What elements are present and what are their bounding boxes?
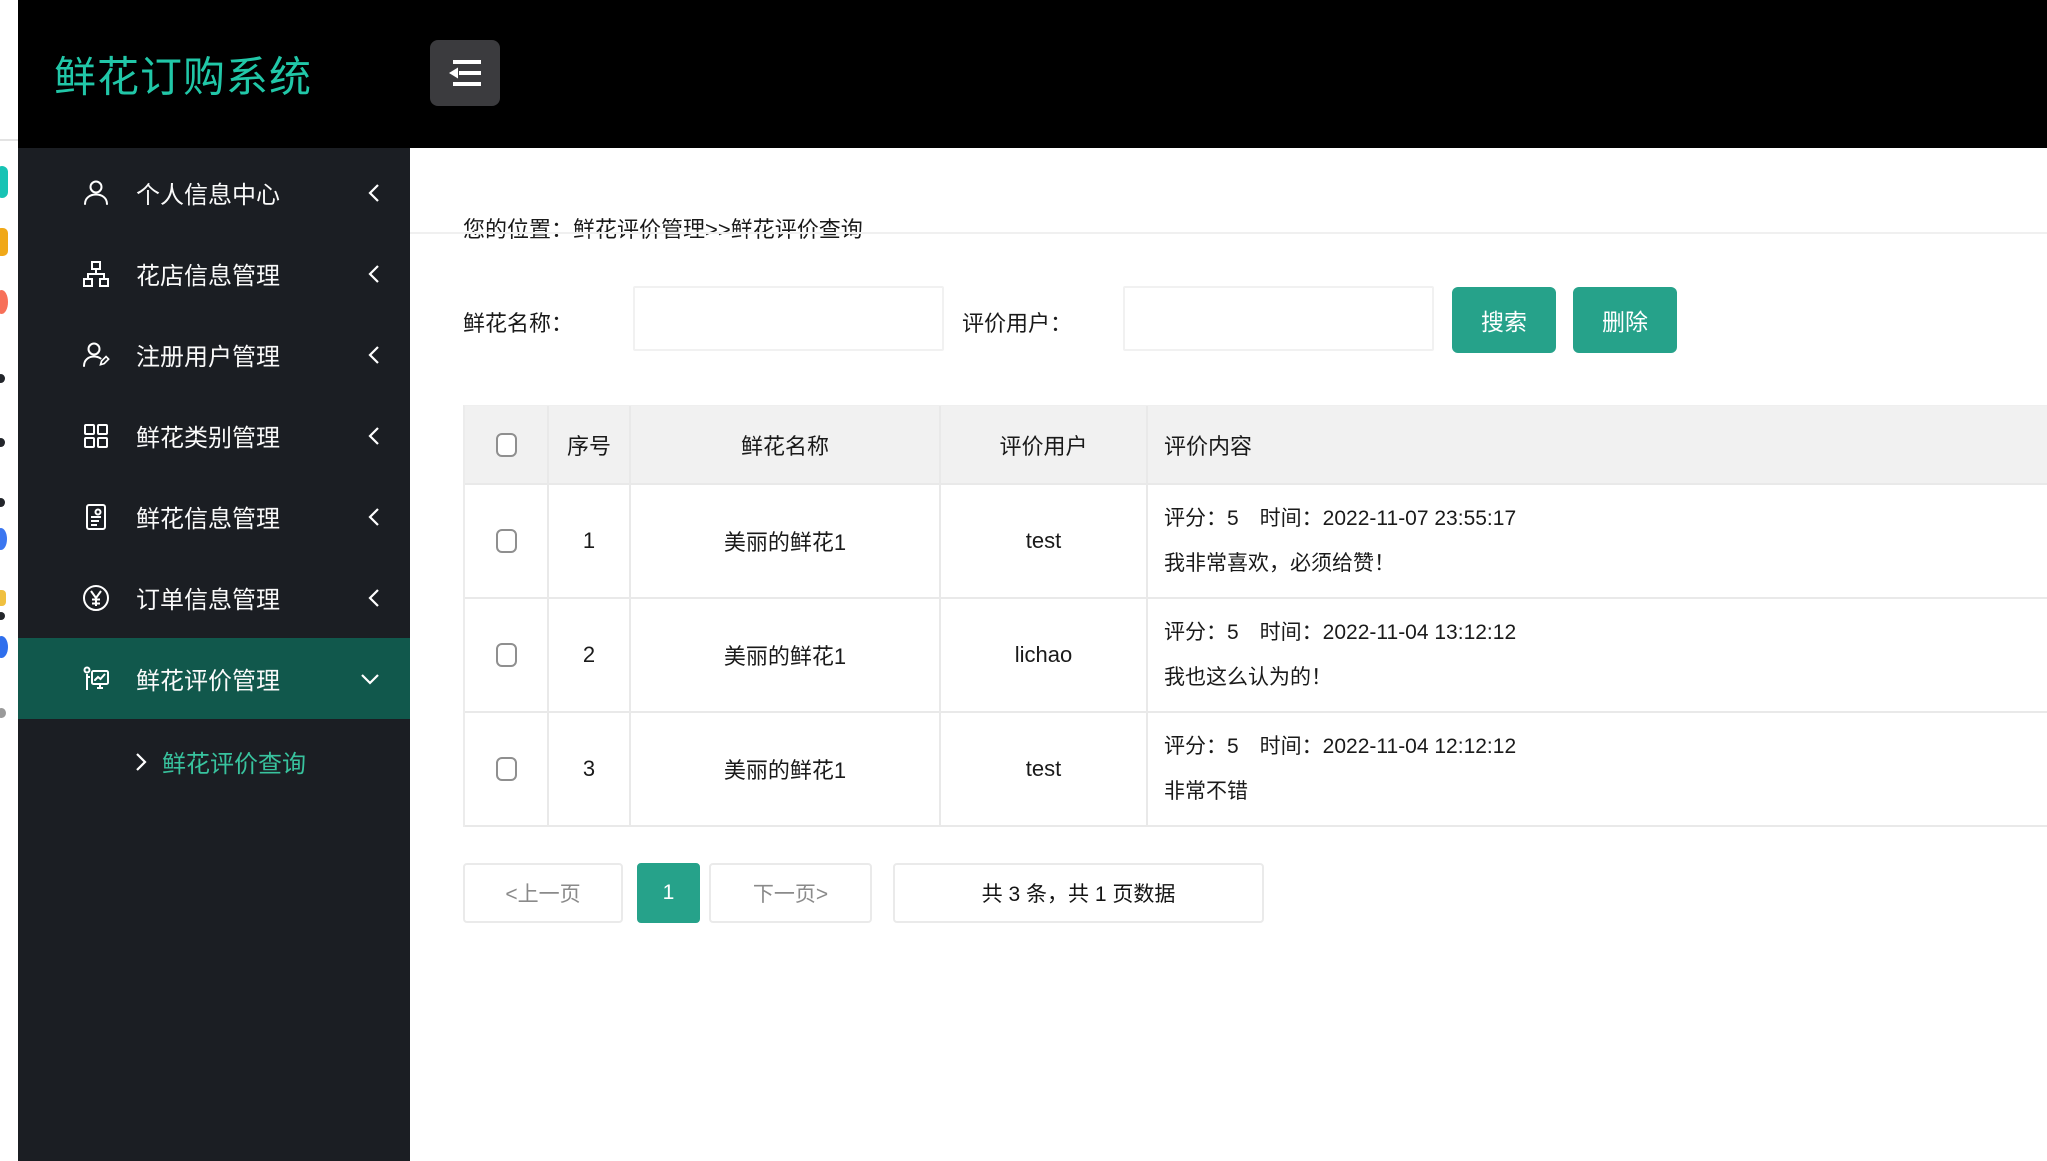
cell-review-content: 评分：5 时间：2022-11-04 12:12:12 非常不错 <box>1148 713 2047 825</box>
chevron-left-icon <box>366 343 382 367</box>
header-review-content: 评价内容 <box>1164 433 1253 459</box>
cell-review-content: 评分：5 时间：2022-11-07 23:55:17 我非常喜欢，必须给赞！ <box>1148 485 2047 597</box>
review-comment: 我非常喜欢，必须给赞！ <box>1164 552 1395 575</box>
header-review-user: 评价用户 <box>941 406 1148 483</box>
sitemap-icon <box>80 258 112 290</box>
sidebar-item-label: 鲜花信息管理 <box>136 506 280 533</box>
sidebar-item-label: 注册用户管理 <box>136 344 280 371</box>
bookmark-icon <box>0 590 6 606</box>
review-meta: 评分：5 时间：2022-11-07 23:55:17 <box>1164 507 1517 530</box>
bookmark-icon <box>0 612 5 620</box>
row-checkbox-cell <box>465 599 549 711</box>
app-header: 鲜花订购系统 <box>18 0 2047 148</box>
sidebar-item-registered-users[interactable]: 注册用户管理 <box>18 314 410 395</box>
sidebar-subitem-flower-review-query[interactable]: 鲜花评价查询 <box>18 719 410 804</box>
cell-review-user: lichao <box>941 599 1148 711</box>
cell-review-user: test <box>941 713 1148 825</box>
document-icon <box>80 501 112 533</box>
current-page-button[interactable]: 1 <box>637 863 700 923</box>
bookmark-icon <box>0 290 8 314</box>
sidebar-toggle-button[interactable] <box>430 40 500 106</box>
pagination: <上一页 1 下一页> 共 3 条，共 1 页数据 <box>463 863 1264 923</box>
header-checkbox-cell <box>465 406 549 483</box>
chevron-left-icon <box>366 505 382 529</box>
row-checkbox[interactable] <box>495 643 517 667</box>
sidebar-item-label: 花店信息管理 <box>136 263 280 290</box>
collapse-menu-icon <box>449 60 481 86</box>
bookmark-icon <box>0 708 6 718</box>
review-meta: 评分：5 时间：2022-11-04 13:12:12 <box>1164 621 1517 644</box>
review-comment: 我也这么认为的！ <box>1164 666 1332 689</box>
table-header-row: 序号 鲜花名称 评价用户 评价内容 <box>465 406 2047 485</box>
review-comment: 非常不错 <box>1164 780 1248 803</box>
review-meta: 评分：5 时间：2022-11-04 12:12:12 <box>1164 735 1517 758</box>
next-page-button[interactable]: 下一页> <box>709 863 872 923</box>
main-content: 您的位置：鲜花评价管理>>鲜花评价查询 鲜花名称： 评价用户： 搜索 删除 序号… <box>410 148 2047 1161</box>
chevron-left-icon <box>366 424 382 448</box>
bookmark-icon <box>0 228 8 256</box>
select-all-checkbox[interactable] <box>495 432 517 457</box>
sidebar-item-label: 个人信息中心 <box>136 182 280 209</box>
app-title: 鲜花订购系统 <box>54 53 313 101</box>
review-user-label: 评价用户： <box>962 311 1073 336</box>
cell-no: 2 <box>549 599 631 711</box>
flower-name-input[interactable] <box>633 286 944 351</box>
prev-page-button[interactable]: <上一页 <box>463 863 623 923</box>
sidebar: 个人信息中心 花店信息管理 注册用户管理 鲜花类别管理 鲜花信息管理 订单信息管… <box>18 148 410 1161</box>
sidebar-item-flower-review[interactable]: 鲜花评价管理 <box>18 638 410 719</box>
bookmark-icon <box>0 498 5 507</box>
sidebar-item-order-info[interactable]: 订单信息管理 <box>18 557 410 638</box>
pagination-summary: 共 3 条，共 1 页数据 <box>893 863 1264 923</box>
bookmark-icon <box>0 166 8 198</box>
user-edit-icon <box>80 339 112 371</box>
grid-icon <box>80 420 112 452</box>
page: 鲜花订购系统 个人信息中心 花店信息管理 注册用户管理 鲜花类别管理 鲜花信息管… <box>0 0 2047 1161</box>
row-checkbox[interactable] <box>495 529 517 553</box>
review-user-input[interactable] <box>1123 286 1434 351</box>
bookmark-icon <box>0 528 7 550</box>
sidebar-item-personal-info[interactable]: 个人信息中心 <box>18 152 410 233</box>
yen-circle-icon <box>80 582 112 614</box>
sidebar-item-label: 订单信息管理 <box>136 587 280 614</box>
search-button[interactable]: 搜索 <box>1452 287 1556 353</box>
sidebar-item-label: 鲜花评价管理 <box>136 668 280 695</box>
table-row: 3 美丽的鲜花1 test 评分：5 时间：2022-11-04 12:12:1… <box>465 713 2047 827</box>
breadcrumb: 您的位置：鲜花评价管理>>鲜花评价查询 <box>463 217 863 242</box>
chevron-left-icon <box>366 262 382 286</box>
arrow-right-icon <box>133 750 149 774</box>
row-checkbox-cell <box>465 485 549 597</box>
table-row: 1 美丽的鲜花1 test 评分：5 时间：2022-11-07 23:55:1… <box>465 485 2047 599</box>
user-icon <box>80 177 112 209</box>
row-checkbox-cell <box>465 713 549 825</box>
cell-flower-name: 美丽的鲜花1 <box>631 713 941 825</box>
cell-no: 1 <box>549 485 631 597</box>
divider <box>410 232 2047 234</box>
cell-review-user: test <box>941 485 1148 597</box>
sidebar-item-shop-info[interactable]: 花店信息管理 <box>18 233 410 314</box>
row-checkbox[interactable] <box>495 757 517 781</box>
cell-flower-name: 美丽的鲜花1 <box>631 599 941 711</box>
review-table: 序号 鲜花名称 评价用户 评价内容 1 美丽的鲜花1 test 评分：5 时间：… <box>463 405 2047 827</box>
submenu-item-label: 鲜花评价查询 <box>162 751 306 778</box>
cell-flower-name: 美丽的鲜花1 <box>631 485 941 597</box>
cell-no: 3 <box>549 713 631 825</box>
sidebar-item-flower-info[interactable]: 鲜花信息管理 <box>18 476 410 557</box>
bookmark-icon <box>0 374 5 383</box>
flower-name-label: 鲜花名称： <box>463 311 574 336</box>
chevron-down-icon <box>358 671 382 687</box>
edge-divider <box>0 139 18 141</box>
chevron-left-icon <box>366 181 382 205</box>
bookmark-icon <box>0 636 8 658</box>
table-row: 2 美丽的鲜花1 lichao 评分：5 时间：2022-11-04 13:12… <box>465 599 2047 713</box>
header-flower-name: 鲜花名称 <box>631 406 941 483</box>
sidebar-item-label: 鲜花类别管理 <box>136 425 280 452</box>
sidebar-item-flower-category[interactable]: 鲜花类别管理 <box>18 395 410 476</box>
bookmark-icon <box>0 438 5 447</box>
chevron-left-icon <box>366 586 382 610</box>
cell-review-content: 评分：5 时间：2022-11-04 13:12:12 我也这么认为的！ <box>1148 599 2047 711</box>
header-no: 序号 <box>549 406 631 483</box>
delete-button[interactable]: 删除 <box>1573 287 1677 353</box>
chart-board-icon <box>80 663 112 695</box>
browser-edge-strip <box>0 0 18 1161</box>
